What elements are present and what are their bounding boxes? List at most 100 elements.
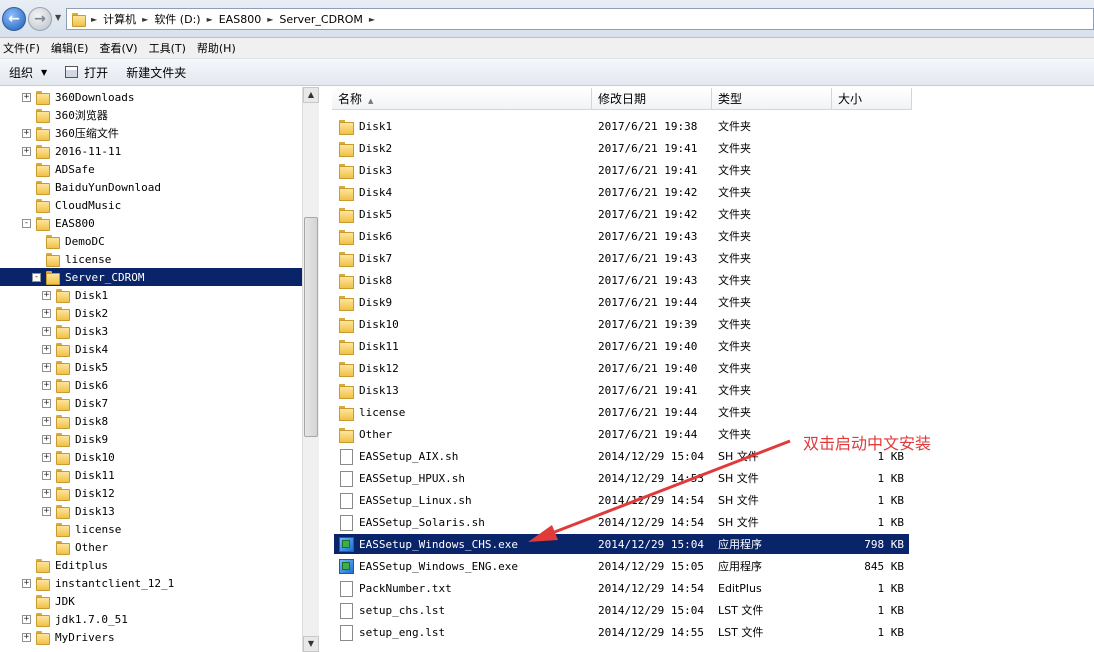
tree-item[interactable]: + Disk10: [42, 448, 117, 466]
forward-arrow-icon[interactable]: →: [28, 7, 52, 31]
expand-icon[interactable]: +: [42, 362, 51, 372]
file-row[interactable]: Disk5 2017/6/21 19:42 文件夹: [334, 204, 909, 224]
tree-item[interactable]: JDK: [22, 592, 77, 610]
tree-item[interactable]: + Disk2: [42, 304, 110, 322]
file-row[interactable]: EASSetup_HPUX.sh 2014/12/29 14:53 SH 文件 1 K…: [334, 468, 909, 488]
breadcrumb-item[interactable]: Server_CDROM: [279, 13, 363, 26]
tree-item[interactable]: + MyDrivers: [22, 628, 117, 646]
expand-icon[interactable]: +: [42, 308, 51, 318]
tree-item[interactable]: +360压缩文件: [22, 124, 121, 142]
file-row[interactable]: license 2017/6/21 19:44 文件夹: [334, 402, 909, 422]
file-row[interactable]: Disk11 2017/6/21 19:40 文件夹: [334, 336, 909, 356]
tree-item[interactable]: + Disk5: [42, 358, 110, 376]
column-header-size[interactable]: 大小: [832, 88, 912, 110]
tree-item[interactable]: + Disk7: [42, 394, 110, 412]
chevron-right-icon[interactable]: ►: [369, 15, 375, 24]
tree-item[interactable]: + instantclient_12_1: [22, 574, 176, 592]
tree-item[interactable]: + Disk12: [42, 484, 117, 502]
file-row[interactable]: EASSetup_Solaris.sh 2014/12/29 14:54 SH 文件…: [334, 512, 909, 532]
expand-icon[interactable]: +: [42, 380, 51, 390]
organize-button[interactable]: 组织 ▼: [9, 64, 47, 81]
breadcrumb[interactable]: ► 计算机 ► 软件 (D:) ► EAS800 ► Server_CDROM …: [66, 8, 1094, 30]
menu-view[interactable]: 查看(V): [96, 40, 145, 56]
menu-help[interactable]: 帮助(H): [194, 40, 244, 56]
tree-item[interactable]: Other: [42, 538, 110, 556]
expand-icon[interactable]: +: [42, 506, 51, 516]
collapse-icon[interactable]: -: [32, 272, 41, 282]
expand-icon[interactable]: +: [42, 488, 51, 498]
tree-item[interactable]: BaiduYunDownload: [22, 178, 163, 196]
tree-item[interactable]: + Disk9: [42, 430, 110, 448]
menu-edit[interactable]: 编辑(E): [48, 40, 97, 56]
recent-pages-chevron-icon[interactable]: ▼: [55, 13, 61, 22]
tree-item[interactable]: license: [42, 520, 123, 538]
scrollbar-thumb[interactable]: [304, 217, 318, 437]
tree-item[interactable]: + Disk6: [42, 376, 110, 394]
breadcrumb-item[interactable]: 软件 (D:): [154, 11, 200, 27]
back-arrow-icon[interactable]: ←: [2, 7, 26, 31]
tree-scrollbar[interactable]: ▲ ▼: [302, 87, 319, 652]
file-row[interactable]: Disk10 2017/6/21 19:39 文件夹: [334, 314, 909, 334]
chevron-right-icon[interactable]: ►: [267, 15, 273, 24]
tree-item[interactable]: + Disk13: [42, 502, 117, 520]
tree-item[interactable]: + Disk4: [42, 340, 110, 358]
breadcrumb-item[interactable]: 计算机: [103, 11, 136, 27]
file-row[interactable]: Disk3 2017/6/21 19:41 文件夹: [334, 160, 909, 180]
file-row[interactable]: EASSetup_Windows_CHS.exe 2014/12/29 15:04…: [334, 534, 909, 554]
file-row[interactable]: Disk2 2017/6/21 19:41 文件夹: [334, 138, 909, 158]
tree-item[interactable]: - EAS800: [22, 214, 97, 232]
scroll-up-icon[interactable]: ▲: [303, 87, 319, 103]
file-row[interactable]: Disk1 2017/6/21 19:38 文件夹: [334, 116, 909, 136]
column-header-name[interactable]: 名称 ▲: [332, 88, 592, 110]
tree-item[interactable]: +2016-11-11: [22, 142, 123, 160]
file-row[interactable]: EASSetup_Linux.sh 2014/12/29 14:54 SH 文件 1 …: [334, 490, 909, 510]
file-row[interactable]: Disk6 2017/6/21 19:43 文件夹: [334, 226, 909, 246]
menu-file[interactable]: 文件(F): [0, 40, 48, 56]
expand-icon[interactable]: +: [22, 146, 31, 156]
file-row[interactable]: Disk9 2017/6/21 19:44 文件夹: [334, 292, 909, 312]
file-row[interactable]: setup_eng.lst 2014/12/29 14:55 LST 文件 1 KB: [334, 622, 909, 642]
tree-item[interactable]: - Server_CDROM: [0, 268, 302, 286]
expand-icon[interactable]: +: [42, 434, 51, 444]
tree-item[interactable]: + Disk8: [42, 412, 110, 430]
menu-tools[interactable]: 工具(T): [146, 40, 194, 56]
new-folder-button[interactable]: 新建文件夹: [126, 64, 186, 81]
expand-icon[interactable]: +: [42, 290, 51, 300]
expand-icon[interactable]: +: [42, 416, 51, 426]
chevron-right-icon[interactable]: ►: [207, 15, 213, 24]
expand-icon[interactable]: +: [22, 92, 31, 102]
column-header-date[interactable]: 修改日期: [592, 88, 712, 110]
tree-item[interactable]: Editplus: [22, 556, 110, 574]
file-row[interactable]: Disk13 2017/6/21 19:41 文件夹: [334, 380, 909, 400]
file-row[interactable]: Disk8 2017/6/21 19:43 文件夹: [334, 270, 909, 290]
expand-icon[interactable]: +: [22, 632, 31, 642]
expand-icon[interactable]: +: [42, 470, 51, 480]
tree-item[interactable]: 360浏览器: [22, 106, 110, 124]
expand-icon[interactable]: +: [42, 398, 51, 408]
chevron-right-icon[interactable]: ►: [142, 15, 148, 24]
tree-item[interactable]: license: [32, 250, 113, 268]
expand-icon[interactable]: +: [42, 452, 51, 462]
tree-item[interactable]: + Disk1: [42, 286, 110, 304]
file-row[interactable]: EASSetup_Windows_ENG.exe 2014/12/29 15:05…: [334, 556, 909, 576]
tree-item[interactable]: DemoDC: [32, 232, 107, 250]
expand-icon[interactable]: +: [42, 344, 51, 354]
file-row[interactable]: setup_chs.lst 2014/12/29 15:04 LST 文件 1 KB: [334, 600, 909, 620]
file-row[interactable]: PackNumber.txt 2014/12/29 14:54 EditPlus 1 …: [334, 578, 909, 598]
column-header-type[interactable]: 类型: [712, 88, 832, 110]
collapse-icon[interactable]: -: [22, 218, 31, 228]
tree-item[interactable]: +360Downloads: [22, 88, 136, 106]
file-row[interactable]: Disk12 2017/6/21 19:40 文件夹: [334, 358, 909, 378]
tree-item[interactable]: + Disk11: [42, 466, 117, 484]
expand-icon[interactable]: +: [22, 128, 31, 138]
expand-icon[interactable]: +: [42, 326, 51, 336]
tree-item[interactable]: + jdk1.7.0_51: [22, 610, 130, 628]
tree-item[interactable]: + Disk3: [42, 322, 110, 340]
chevron-right-icon[interactable]: ►: [91, 15, 97, 24]
expand-icon[interactable]: +: [22, 614, 31, 624]
scroll-down-icon[interactable]: ▼: [303, 636, 319, 652]
expand-icon[interactable]: +: [22, 578, 31, 588]
open-button[interactable]: 打开: [65, 64, 108, 81]
breadcrumb-item[interactable]: EAS800: [219, 13, 261, 26]
file-row[interactable]: Disk4 2017/6/21 19:42 文件夹: [334, 182, 909, 202]
